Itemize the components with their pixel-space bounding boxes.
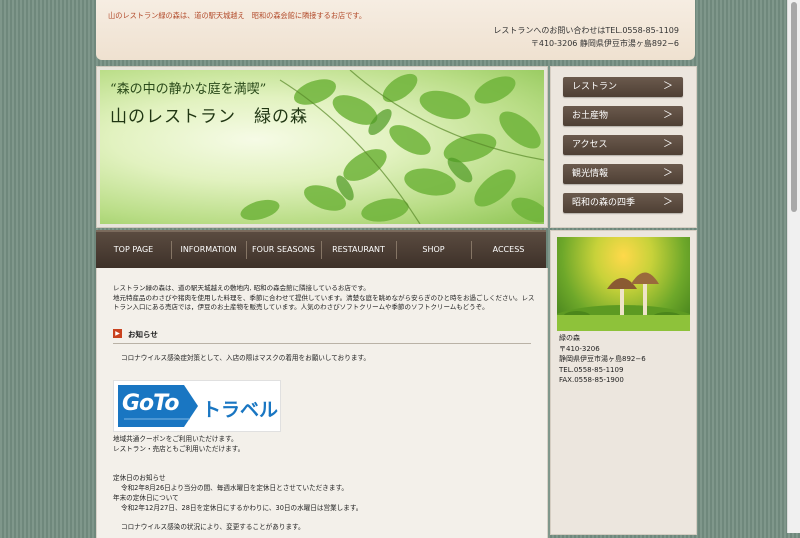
goto-travel-logo: GoTo トラベル bbox=[113, 380, 281, 432]
contact-phone: レストランへのお問い合わせはTEL.0558-85-1109 bbox=[493, 26, 679, 35]
header-tagline: 山のレストラン緑の森は、道の駅天城越え 昭和の森会館に隣接するお店です。 bbox=[108, 11, 367, 20]
site-header: 山のレストラン緑の森は、道の駅天城越え 昭和の森会館に隣接するお店です。 レスト… bbox=[96, 0, 695, 60]
menu-restaurant-button[interactable]: レストラン ＞ bbox=[563, 77, 683, 97]
main-content: レストラン緑の森は、道の駅天城越えの敷地内, 昭和の森会館に隣接しているお店です… bbox=[96, 268, 548, 538]
menu-access-button[interactable]: アクセス ＞ bbox=[563, 135, 683, 155]
covid-notice: コロナウイルス感染症対策として、入店の際はマスクの着用をお願いしております。 bbox=[121, 354, 370, 362]
coupon-line-2: レストラン・売店ともご利用いただけます。 bbox=[113, 445, 245, 453]
hero-catchphrase: “森の中の静かな庭を満喫” bbox=[110, 82, 267, 97]
nav-four-seasons[interactable]: FOUR SEASONS bbox=[246, 232, 321, 268]
mushroom-photo bbox=[557, 237, 690, 331]
hero-banner: “森の中の静かな庭を満喫” 山のレストラン 緑の森 bbox=[96, 66, 548, 228]
nav-information[interactable]: INFORMATION bbox=[171, 232, 246, 268]
chevron-right-icon: ＞ bbox=[663, 168, 673, 179]
news-heading: ▶ お知らせ bbox=[113, 329, 531, 344]
nav-top-page[interactable]: TOP PAGE bbox=[96, 232, 171, 268]
shop-tel: TEL.0558-85-1109 bbox=[559, 365, 624, 374]
newyear-line-1: 令和2年12月27日、28日を定休日にするかわりに、30日の水曜日は営業します。 bbox=[121, 504, 363, 512]
chevron-right-icon: ＞ bbox=[663, 197, 673, 208]
header-contact: レストランへのお問い合わせはTEL.0558-85-1109 〒410-3206… bbox=[493, 24, 679, 50]
shop-address: 静岡県伊豆市湯ヶ島892−6 bbox=[559, 355, 646, 363]
shop-address-block: 緑の森 〒410-3206 静岡県伊豆市湯ヶ島892−6 TEL.0558-85… bbox=[559, 333, 646, 386]
menu-label: 昭和の森の四季 bbox=[572, 198, 636, 208]
mushroom-illustration bbox=[557, 272, 690, 331]
menu-seasons-button[interactable]: 昭和の森の四季 ＞ bbox=[563, 193, 683, 213]
scrollbar-thumb[interactable] bbox=[791, 2, 797, 212]
menu-label: お土産物 bbox=[572, 111, 609, 121]
menu-label: 観光情報 bbox=[572, 169, 609, 179]
main-nav: TOP PAGE INFORMATION FOUR SEASONS RESTAU… bbox=[96, 230, 546, 268]
shop-name: 緑の森 bbox=[559, 334, 580, 342]
coupon-line-1: 地域共通クーポンをご利用いただけます。 bbox=[113, 435, 238, 443]
menu-sightseeing-button[interactable]: 観光情報 ＞ bbox=[563, 164, 683, 184]
hero-image: “森の中の静かな庭を満喫” 山のレストラン 緑の森 bbox=[100, 70, 544, 224]
newyear-title: 年末の定休日について bbox=[113, 494, 179, 502]
change-notice: コロナウイルス感染の状況により、変更することがあります。 bbox=[121, 523, 305, 531]
side-menu: レストラン ＞ お土産物 ＞ アクセス ＞ 観光情報 ＞ 昭和の森の四季 ＞ bbox=[550, 66, 697, 228]
shop-postal: 〒410-3206 bbox=[559, 344, 600, 353]
chevron-right-icon: ＞ bbox=[663, 139, 673, 150]
chevron-right-icon: ＞ bbox=[663, 110, 673, 121]
menu-souvenir-button[interactable]: お土産物 ＞ bbox=[563, 106, 683, 126]
shop-fax: FAX.0558-85-1900 bbox=[559, 376, 624, 384]
sidebar: 緑の森 〒410-3206 静岡県伊豆市湯ヶ島892−6 TEL.0558-85… bbox=[550, 230, 697, 535]
page-scrollbar[interactable] bbox=[787, 0, 800, 533]
menu-label: アクセス bbox=[572, 140, 608, 150]
nav-access[interactable]: ACCESS bbox=[471, 232, 546, 268]
nav-shop[interactable]: SHOP bbox=[396, 232, 471, 268]
holiday-line-1: 令和2年8月26日より当分の間、毎週水曜日を定休日とさせていただきます。 bbox=[121, 484, 348, 492]
news-heading-label: お知らせ bbox=[128, 330, 158, 339]
contact-address: 〒410-3206 静岡県伊豆市湯ヶ島892−6 bbox=[530, 39, 679, 48]
menu-label: レストラン bbox=[572, 82, 618, 92]
arrow-right-icon: ▶ bbox=[113, 329, 122, 338]
nav-restaurant[interactable]: RESTAURANT bbox=[321, 232, 396, 268]
chevron-right-icon: ＞ bbox=[663, 81, 673, 92]
travel-logo-text: トラベル bbox=[202, 399, 279, 421]
holiday-title: 定休日のお知らせ bbox=[113, 474, 166, 482]
intro-text: レストラン緑の森は、道の駅天城越えの敷地内, 昭和の森会館に隣接しているお店です… bbox=[113, 284, 535, 312]
goto-logo-text: GoTo bbox=[122, 391, 179, 416]
site-title: 山のレストラン 緑の森 bbox=[110, 107, 308, 127]
